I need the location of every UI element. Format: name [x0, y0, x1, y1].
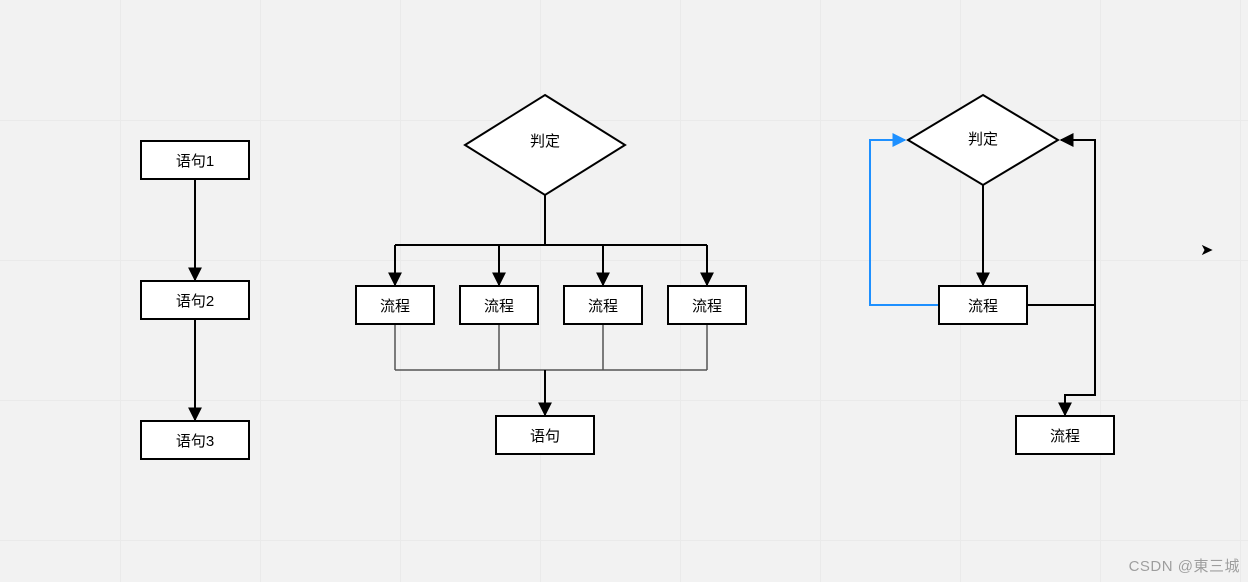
right-decision-label: 判定 [943, 128, 1023, 149]
statement-2-box: 语句2 [140, 280, 250, 320]
right-exit-process-label: 流程 [1050, 425, 1080, 446]
center-decision-label: 判定 [505, 130, 585, 151]
center-process-2: 流程 [459, 285, 539, 325]
right-loop-process-label: 流程 [968, 295, 998, 316]
center-process-3: 流程 [563, 285, 643, 325]
watermark: CSDN @東三城 [1129, 555, 1240, 576]
statement-3-label: 语句3 [176, 430, 214, 451]
center-process-3-label: 流程 [588, 295, 618, 316]
statement-1-label: 语句1 [176, 150, 214, 171]
center-process-1-label: 流程 [380, 295, 410, 316]
center-process-4: 流程 [667, 285, 747, 325]
center-process-4-label: 流程 [692, 295, 722, 316]
center-process-1: 流程 [355, 285, 435, 325]
cursor-icon: ➤ [1200, 240, 1213, 260]
right-loop-process: 流程 [938, 285, 1028, 325]
statement-3-box: 语句3 [140, 420, 250, 460]
center-process-2-label: 流程 [484, 295, 514, 316]
center-final-statement: 语句 [495, 415, 595, 455]
right-exit-process: 流程 [1015, 415, 1115, 455]
statement-2-label: 语句2 [176, 290, 214, 311]
center-final-statement-label: 语句 [530, 425, 560, 446]
statement-1-box: 语句1 [140, 140, 250, 180]
